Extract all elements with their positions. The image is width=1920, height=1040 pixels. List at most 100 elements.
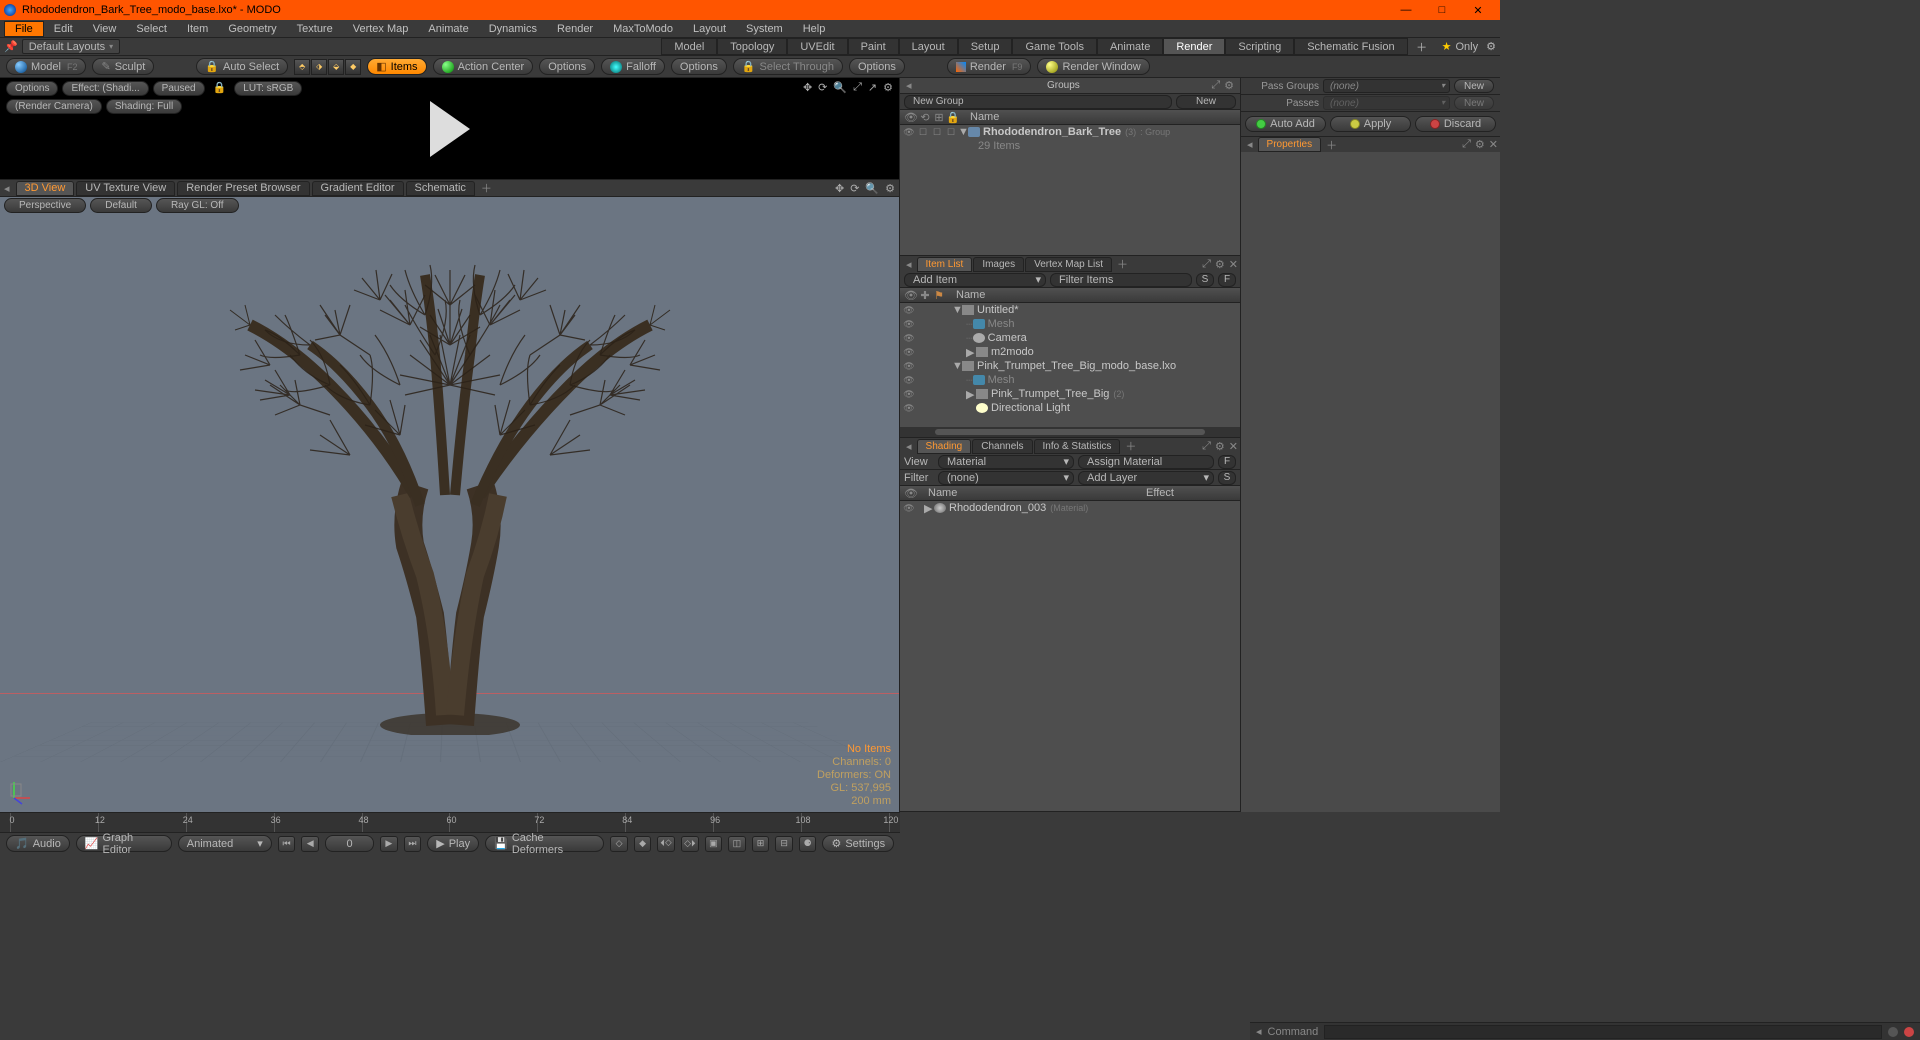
passgroups-dropdown[interactable]: (none) bbox=[1323, 79, 1450, 93]
panel-expand-icon[interactable]: ⤢ bbox=[1211, 79, 1220, 92]
item-row-mesh[interactable]: 👁┄Mesh bbox=[900, 317, 1240, 331]
eye-col-icon[interactable]: 👁 bbox=[904, 289, 918, 302]
gear-icon[interactable]: ⚙ bbox=[883, 81, 893, 94]
shading-list[interactable]: 👁 ▶ Rhododendron_003 (Material) bbox=[900, 501, 1240, 811]
lock-col-icon[interactable]: 🔒 bbox=[946, 111, 960, 124]
zoom-icon[interactable]: 🔍 bbox=[833, 81, 847, 94]
add-tab-icon[interactable]: ＋ bbox=[1326, 137, 1337, 153]
viewtab-uvtexture[interactable]: UV Texture View bbox=[76, 181, 175, 196]
panel-gear-icon[interactable]: ⚙ bbox=[1475, 138, 1485, 151]
vp-refresh-icon[interactable]: ⟳ bbox=[850, 182, 859, 195]
discard-button[interactable]: Discard bbox=[1415, 116, 1496, 132]
autoselect-button[interactable]: 🔒Auto Select bbox=[196, 58, 288, 75]
menu-maxtomodo[interactable]: MaxToModo bbox=[603, 22, 683, 36]
item-row-mesh2[interactable]: 👁┄Mesh bbox=[900, 373, 1240, 387]
tab-animate[interactable]: Animate bbox=[1097, 38, 1163, 55]
prev-frame-button[interactable]: ◀ bbox=[301, 836, 319, 852]
tool-icon2[interactable]: ◫ bbox=[728, 836, 746, 852]
panel-collapse-icon[interactable]: ◂ bbox=[902, 258, 916, 271]
passgroups-new-button[interactable]: New bbox=[1454, 79, 1494, 93]
filter-s-button[interactable]: S bbox=[1196, 273, 1214, 287]
menu-system[interactable]: System bbox=[736, 22, 793, 36]
tab-gametools[interactable]: Game Tools bbox=[1012, 38, 1097, 55]
sel-vertices-button[interactable]: ⬘ bbox=[294, 59, 310, 75]
collapse-icon[interactable]: ◂ bbox=[4, 182, 10, 195]
menu-select[interactable]: Select bbox=[126, 22, 177, 36]
preview-paused-button[interactable]: Paused bbox=[153, 81, 205, 96]
menu-edit[interactable]: Edit bbox=[44, 22, 83, 36]
key-next-button[interactable]: ◇⏵ bbox=[681, 836, 699, 852]
viewtab-renderpreset[interactable]: Render Preset Browser bbox=[177, 181, 309, 196]
layout-gear-icon[interactable]: ⚙ bbox=[1486, 40, 1496, 53]
timeline[interactable]: 0 12 24 36 48 60 72 84 96 108 120 bbox=[0, 812, 900, 832]
window-close-button[interactable]: ✕ bbox=[1460, 0, 1496, 20]
preview-camera-button[interactable]: (Render Camera) bbox=[6, 99, 102, 114]
vp-zoom-icon[interactable]: 🔍 bbox=[865, 182, 879, 195]
expand-icon[interactable]: ◂ bbox=[1256, 1025, 1262, 1038]
menu-help[interactable]: Help bbox=[793, 22, 836, 36]
axis-gizmo-icon[interactable] bbox=[6, 776, 36, 806]
tab-setup[interactable]: Setup bbox=[958, 38, 1013, 55]
menu-file[interactable]: File bbox=[4, 21, 44, 37]
mode-sculpt-button[interactable]: ✎Sculpt bbox=[92, 58, 154, 75]
play-button[interactable]: ▶Play bbox=[427, 835, 479, 852]
wire-col-icon[interactable]: ⊞ bbox=[932, 111, 946, 124]
panel-expand-icon[interactable]: ⤢ bbox=[1202, 258, 1211, 271]
tab-properties[interactable]: Properties bbox=[1258, 137, 1322, 152]
material-row[interactable]: 👁 ▶ Rhododendron_003 (Material) bbox=[900, 501, 1240, 515]
animated-dropdown[interactable]: Animated▾ bbox=[178, 835, 272, 852]
s-button[interactable]: S bbox=[1218, 471, 1236, 485]
command-input[interactable] bbox=[1324, 1025, 1882, 1039]
menu-animate[interactable]: Animate bbox=[418, 22, 478, 36]
add-item-dropdown[interactable]: Add Item▾ bbox=[904, 273, 1046, 287]
key-icon2[interactable]: ◆ bbox=[634, 836, 652, 852]
mode-model-button[interactable]: ModelF2 bbox=[6, 58, 86, 75]
new-group-button[interactable]: New Group bbox=[904, 95, 1172, 109]
grapheditor-button[interactable]: 📈Graph Editor bbox=[76, 835, 172, 852]
tab-channels[interactable]: Channels bbox=[972, 439, 1032, 454]
tool-icon4[interactable]: ⊟ bbox=[775, 836, 793, 852]
tab-itemlist[interactable]: Item List bbox=[917, 257, 973, 272]
preview-shading-button[interactable]: Shading: Full bbox=[106, 99, 182, 114]
viewport-3d[interactable]: Perspective Default Ray GL: Off bbox=[0, 197, 899, 812]
panel-gear-icon[interactable]: ⚙ bbox=[1215, 258, 1225, 271]
menu-geometry[interactable]: Geometry bbox=[218, 22, 286, 36]
render-button[interactable]: RenderF9 bbox=[947, 58, 1032, 75]
assign-material-button[interactable]: Assign Material bbox=[1078, 455, 1214, 469]
panel-close-icon[interactable]: ✕ bbox=[1229, 258, 1238, 271]
last-frame-button[interactable]: ⏭ bbox=[404, 836, 422, 852]
filter-f-button[interactable]: F bbox=[1218, 273, 1236, 287]
preview-effect-button[interactable]: Effect: (Shadi... bbox=[62, 81, 148, 96]
filter-dropdown[interactable]: (none)▾ bbox=[938, 471, 1074, 485]
vp-gear-icon[interactable]: ⚙ bbox=[885, 182, 895, 195]
select-through-button[interactable]: 🔒Select Through bbox=[733, 58, 843, 75]
pin-icon[interactable]: 📌 bbox=[4, 40, 18, 53]
sel-polys-button[interactable]: ⬙ bbox=[328, 59, 344, 75]
window-maximize-button[interactable]: □ bbox=[1424, 0, 1460, 20]
tool-icon5[interactable]: ⚈ bbox=[799, 836, 817, 852]
menu-texture[interactable]: Texture bbox=[287, 22, 343, 36]
popout-icon[interactable]: ↗ bbox=[868, 81, 877, 94]
window-minimize-button[interactable]: — bbox=[1388, 0, 1424, 20]
item-row-pinktree[interactable]: 👁▶Pink_Trumpet_Tree_Big(2) bbox=[900, 387, 1240, 401]
panel-collapse-icon[interactable]: ◂ bbox=[1243, 138, 1257, 151]
settings-button[interactable]: ⚙Settings bbox=[822, 835, 894, 852]
cache-deformers-button[interactable]: 💾Cache Deformers bbox=[485, 835, 604, 852]
viewtab-schematic[interactable]: Schematic bbox=[406, 181, 475, 196]
lock-icon[interactable]: 🔒 bbox=[209, 81, 231, 96]
view-dropdown[interactable]: Material▾ bbox=[938, 455, 1074, 469]
key-prev-button[interactable]: ⏴◇ bbox=[657, 836, 675, 852]
group-row[interactable]: 👁☐☐☐ ▼ Rhododendron_Bark_Tree (3) : Grou… bbox=[900, 125, 1240, 139]
menu-dynamics[interactable]: Dynamics bbox=[479, 22, 547, 36]
preview-lut-button[interactable]: LUT: sRGB bbox=[234, 81, 302, 96]
audio-button[interactable]: 🎵Audio bbox=[6, 835, 70, 852]
panel-gear-icon[interactable]: ⚙ bbox=[1224, 79, 1234, 92]
passes-dropdown[interactable]: (none) bbox=[1323, 96, 1450, 110]
panel-collapse-icon[interactable]: ◂ bbox=[906, 79, 912, 92]
next-frame-button[interactable]: ▶ bbox=[380, 836, 398, 852]
groups-list[interactable]: 👁☐☐☐ ▼ Rhododendron_Bark_Tree (3) : Grou… bbox=[900, 125, 1240, 255]
item-row-camera[interactable]: 👁┄Camera bbox=[900, 331, 1240, 345]
tab-layout[interactable]: Layout bbox=[899, 38, 958, 55]
filter-items-input[interactable]: Filter Items bbox=[1050, 273, 1192, 287]
vp-perspective-button[interactable]: Perspective bbox=[4, 198, 86, 213]
